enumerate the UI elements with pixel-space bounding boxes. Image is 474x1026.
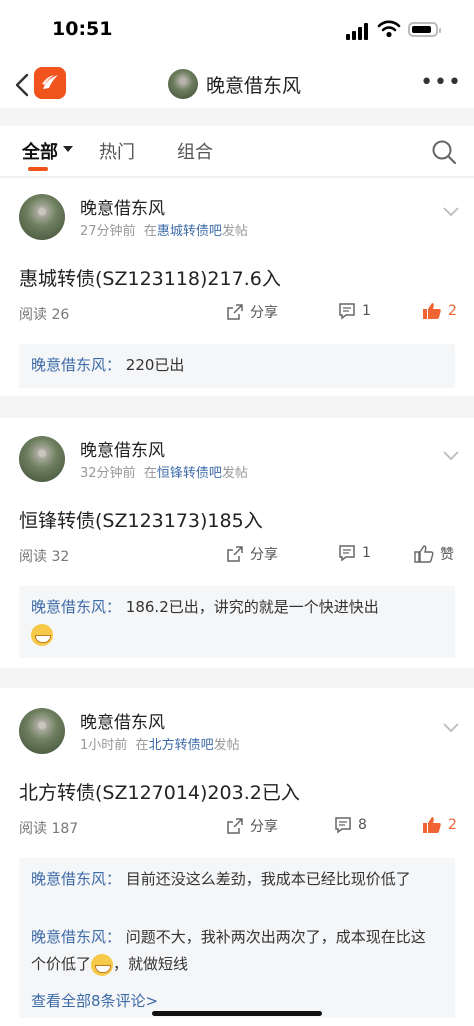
- post-card[interactable]: 晚意借东风 27分钟前 在惠城转债吧发帖 惠城转债(SZ123118)217.6…: [0, 178, 474, 396]
- post-meta-suffix: 发帖: [213, 738, 240, 753]
- post-forum-link[interactable]: 北方转债吧: [149, 738, 214, 753]
- avatar: [168, 69, 198, 99]
- nav-bar: 晚意借东风 •••: [0, 64, 474, 108]
- comment-preview[interactable]: 晚意借东风： 220已出: [19, 344, 455, 388]
- comment-icon: [339, 303, 355, 320]
- status-time: 10:51: [52, 18, 113, 40]
- post-forum-link[interactable]: 恒锋转债吧: [157, 466, 222, 481]
- like-button[interactable]: 赞: [414, 544, 454, 564]
- tab-portfolio[interactable]: 组合: [177, 138, 213, 164]
- page-title: 晚意借东风: [206, 74, 302, 97]
- post-time: 27分钟前: [80, 224, 136, 239]
- header-user[interactable]: 晚意借东风: [168, 68, 301, 100]
- share-label: 分享: [250, 547, 278, 563]
- share-button[interactable]: 分享: [226, 816, 278, 836]
- comment-count: 8: [358, 817, 367, 833]
- view-all-comments-link[interactable]: 查看全部8条评论>: [31, 990, 158, 1011]
- like-count: 2: [448, 303, 457, 319]
- app-logo-icon[interactable]: [34, 67, 66, 99]
- tab-active-indicator: [28, 167, 48, 171]
- grin-emoji-icon: [31, 623, 53, 646]
- cellular-signal-icon: [346, 22, 372, 40]
- post-meta: 27分钟前 在惠城转债吧发帖: [80, 220, 248, 239]
- like-label: 赞: [440, 547, 454, 563]
- post-meta-prefix: 在: [135, 738, 149, 753]
- more-options-icon[interactable]: •••: [420, 70, 462, 95]
- share-button[interactable]: 分享: [226, 302, 278, 322]
- post-title[interactable]: 恒锋转债(SZ123173)185入: [19, 506, 263, 533]
- read-count: 阅读 26: [19, 307, 70, 323]
- post-forum-link[interactable]: 惠城转债吧: [157, 224, 222, 239]
- like-button[interactable]: 2: [422, 816, 457, 834]
- chevron-down-icon[interactable]: [442, 450, 460, 462]
- post-meta-prefix: 在: [143, 466, 157, 481]
- comment-author[interactable]: 晚意借东风：: [31, 870, 121, 888]
- comment-button[interactable]: 8: [334, 816, 367, 834]
- comment-item[interactable]: 晚意借东风： 186.2已出，讲究的就是一个快进快出: [31, 594, 435, 648]
- like-count: 2: [448, 817, 457, 833]
- share-icon: [227, 546, 243, 562]
- chevron-down-icon[interactable]: [442, 722, 460, 734]
- tab-all[interactable]: 全部: [22, 138, 58, 164]
- post-author[interactable]: 晚意借东风: [80, 708, 165, 733]
- post-meta: 1小时前 在北方转债吧发帖: [80, 734, 240, 753]
- share-icon: [227, 818, 243, 834]
- thumbs-up-icon: [423, 303, 441, 319]
- tab-bar: 全部 热门 组合: [0, 126, 474, 177]
- post-title[interactable]: 北方转债(SZ127014)203.2已入: [19, 778, 300, 805]
- share-button[interactable]: 分享: [226, 544, 278, 564]
- post-title[interactable]: 惠城转债(SZ123118)217.6入: [19, 264, 281, 291]
- avatar[interactable]: [19, 436, 65, 482]
- comment-text-tail: ，就做短线: [113, 955, 189, 973]
- comment-item[interactable]: 晚意借东风： 220已出: [31, 352, 435, 379]
- battery-icon: [408, 22, 441, 37]
- comment-item[interactable]: 晚意借东风： 目前还没这么差劲，我成本已经比现价低了: [31, 866, 435, 893]
- comment-text: 目前还没这么差劲，我成本已经比现价低了: [125, 870, 411, 888]
- read-count: 阅读 187: [19, 821, 79, 837]
- thumbs-up-icon: [423, 817, 441, 833]
- status-bar: 10:51: [0, 0, 474, 64]
- comment-item[interactable]: 晚意借东风： 问题不大，我补两次出两次了，成本现在比这个价低了 ，就做短线: [31, 924, 435, 978]
- post-meta-prefix: 在: [143, 224, 157, 239]
- comment-button[interactable]: 1: [338, 544, 371, 562]
- comment-author[interactable]: 晚意借东风：: [31, 356, 121, 374]
- search-icon[interactable]: [430, 138, 458, 166]
- post-meta-suffix: 发帖: [221, 224, 248, 239]
- comment-preview[interactable]: 晚意借东风： 186.2已出，讲究的就是一个快进快出: [19, 586, 455, 658]
- comment-icon: [335, 817, 351, 834]
- share-label: 分享: [250, 819, 278, 835]
- post-card[interactable]: 晚意借东风 32分钟前 在恒锋转债吧发帖 恒锋转债(SZ123173)185入 …: [0, 418, 474, 668]
- comment-preview[interactable]: 晚意借东风： 目前还没这么差劲，我成本已经比现价低了 晚意借东风： 问题不大，我…: [19, 858, 455, 1018]
- post-author[interactable]: 晚意借东风: [80, 436, 165, 461]
- share-icon: [227, 304, 243, 320]
- avatar[interactable]: [19, 194, 65, 240]
- share-label: 分享: [250, 305, 278, 321]
- comment-text: 186.2已出，讲究的就是一个快进快出: [125, 598, 379, 616]
- read-count: 阅读 32: [19, 549, 70, 565]
- like-button[interactable]: 2: [422, 302, 457, 320]
- post-time: 1小时前: [80, 738, 128, 753]
- home-indicator[interactable]: [152, 1011, 322, 1016]
- comment-count: 1: [362, 303, 371, 319]
- comment-button[interactable]: 1: [338, 302, 371, 320]
- post-card[interactable]: 晚意借东风 1小时前 在北方转债吧发帖 北方转债(SZ127014)203.2已…: [0, 688, 474, 1026]
- comment-icon: [339, 545, 355, 562]
- dropdown-arrow-icon[interactable]: [63, 146, 73, 152]
- thumbs-up-icon: [414, 545, 434, 563]
- back-arrow-icon[interactable]: [12, 72, 34, 98]
- chevron-down-icon[interactable]: [442, 206, 460, 218]
- post-time: 32分钟前: [80, 466, 136, 481]
- wifi-icon: [377, 20, 401, 38]
- comment-count: 1: [362, 545, 371, 561]
- post-meta: 32分钟前 在恒锋转债吧发帖: [80, 462, 248, 481]
- comment-author[interactable]: 晚意借东风：: [31, 928, 121, 946]
- avatar[interactable]: [19, 708, 65, 754]
- grin-emoji-icon: [91, 953, 114, 976]
- post-author[interactable]: 晚意借东风: [80, 194, 165, 219]
- tab-hot[interactable]: 热门: [99, 138, 135, 164]
- comment-author[interactable]: 晚意借东风：: [31, 598, 121, 616]
- comment-text: 220已出: [125, 356, 185, 374]
- post-meta-suffix: 发帖: [221, 466, 248, 481]
